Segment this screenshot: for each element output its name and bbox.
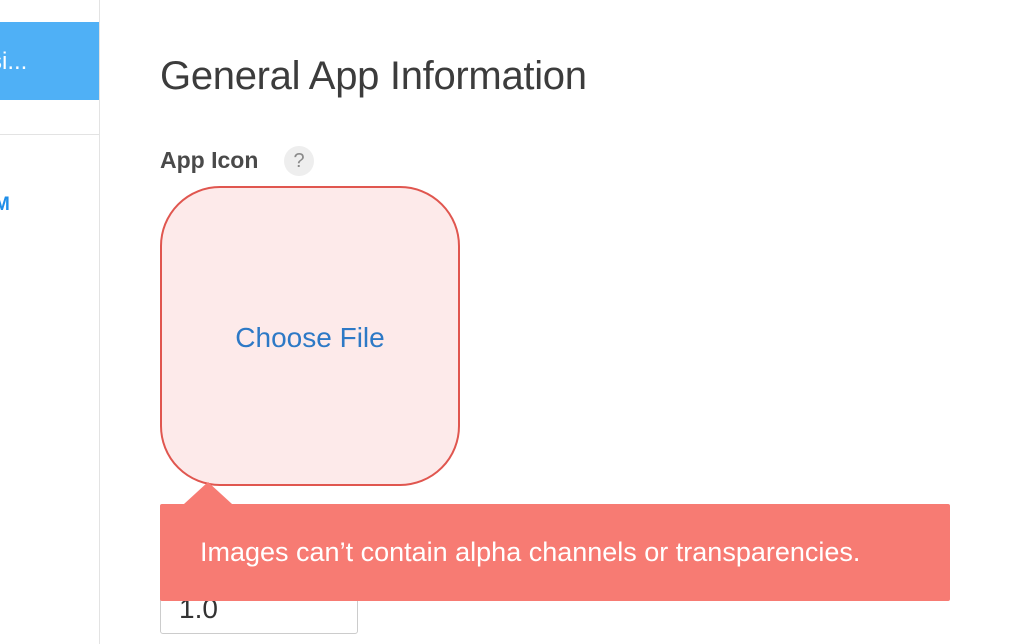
app-icon-label: App Icon bbox=[160, 147, 259, 173]
sidebar: si... M bbox=[0, 0, 100, 644]
app-icon-dropzone[interactable]: Choose File bbox=[160, 186, 460, 486]
choose-file-button[interactable]: Choose File bbox=[162, 322, 458, 354]
help-icon[interactable]: ? bbox=[284, 146, 314, 176]
error-popover: Images can’t contain alpha channels or t… bbox=[160, 504, 950, 601]
sidebar-top bbox=[0, 0, 99, 22]
error-popover-arrow bbox=[184, 482, 232, 504]
sidebar-link[interactable]: M bbox=[0, 194, 10, 216]
error-message: Images can’t contain alpha channels or t… bbox=[200, 537, 861, 567]
sidebar-divider bbox=[0, 134, 99, 135]
sidebar-item-active[interactable]: si... bbox=[0, 22, 99, 100]
page-title: General App Information bbox=[160, 54, 587, 98]
